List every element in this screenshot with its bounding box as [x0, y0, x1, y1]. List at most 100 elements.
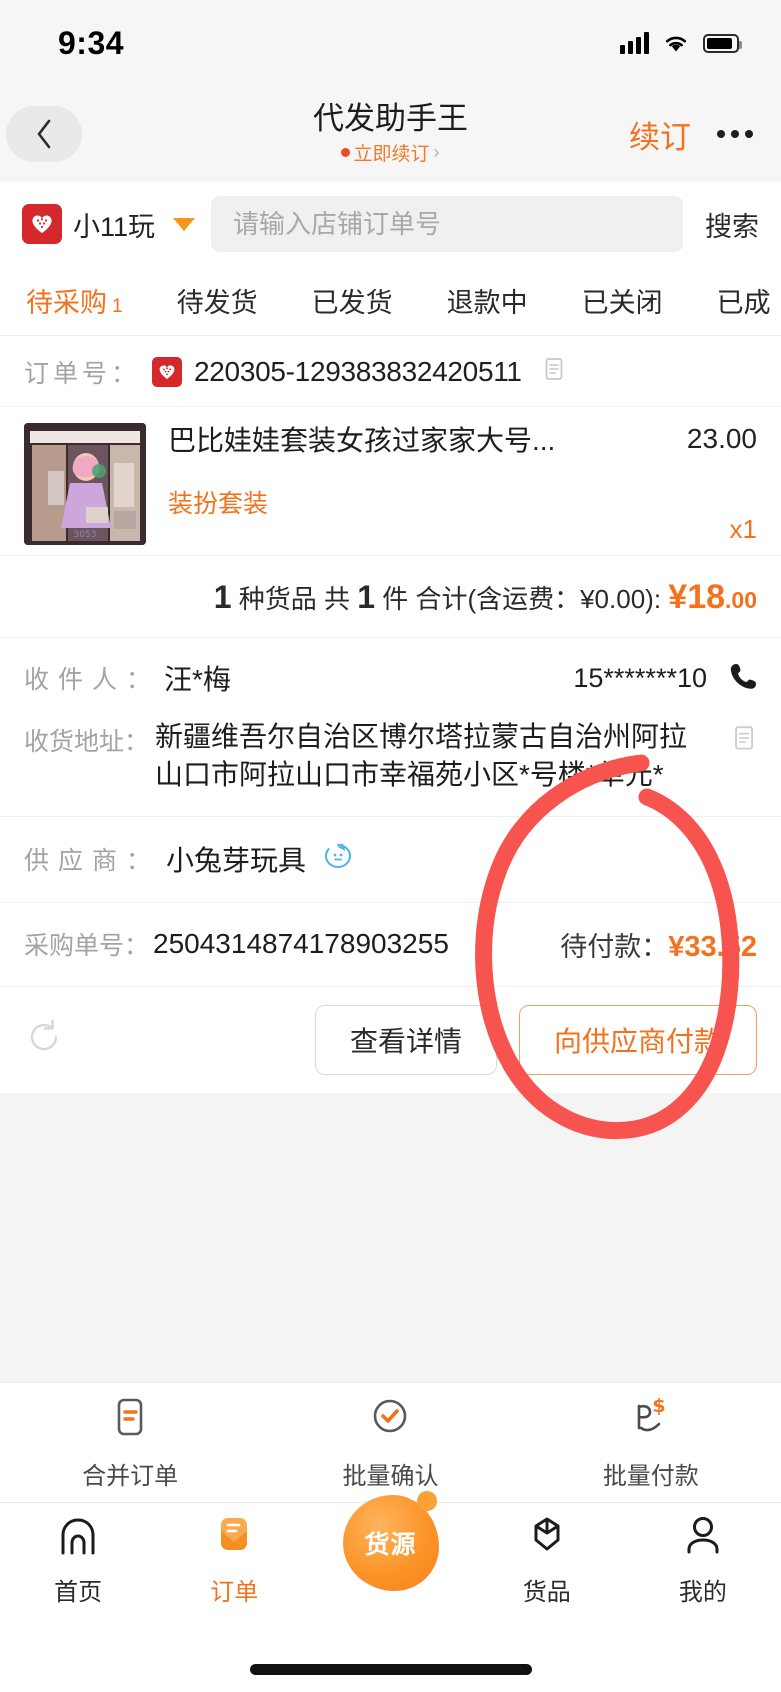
tab-label: 待采购: [26, 288, 107, 318]
tab-completed[interactable]: 已成: [690, 281, 781, 320]
home-indicator: [0, 1646, 781, 1692]
batch-confirm-button[interactable]: 批量确认: [260, 1394, 520, 1491]
totals-kinds-count: 1: [213, 579, 232, 615]
search-input-wrapper[interactable]: [211, 196, 683, 252]
tab-label: 退款中: [446, 288, 528, 318]
order-number-row[interactable]: 订单号： 220305-129383832420511: [0, 336, 781, 407]
product-row[interactable]: 3053 巴比娃娃套装女孩过家家大号... 装扮套装 23.00 x1: [0, 407, 781, 555]
refresh-icon[interactable]: [24, 1017, 64, 1062]
totals-items-count: 1: [357, 579, 375, 615]
wifi-icon: [662, 32, 690, 54]
order-actions-row: 查看详情 向供应商付款: [0, 985, 781, 1093]
order-envelope-icon: [208, 1513, 260, 1564]
phone-icon[interactable]: [729, 661, 757, 696]
tab-pending-ship[interactable]: 待发货: [150, 281, 285, 320]
renew-now-label: 立即续订: [353, 143, 430, 165]
order-status-tabs: 待采购 1 待发货 已发货 退款中 已关闭 已成: [0, 266, 781, 336]
receiver-name: 汪*梅: [164, 664, 231, 695]
alert-dot-icon: [341, 147, 351, 157]
shop-name: 小11玩: [73, 211, 156, 242]
search-bar: 小11玩 搜索: [0, 182, 781, 266]
tab-home-label: 首页: [54, 1579, 103, 1606]
pay-supplier-button[interactable]: 向供应商付款: [518, 1004, 757, 1075]
merge-order-button[interactable]: 合并订单: [0, 1394, 260, 1491]
order-card: 订单号： 220305-129383832420511 3053 巴比娃娃套装女…: [0, 336, 781, 1093]
more-dots-icon[interactable]: [717, 130, 757, 138]
totals-amount: ¥18.00: [668, 578, 757, 616]
tab-orders-label: 订单: [210, 1579, 259, 1606]
batch-pay-money-icon: $: [628, 1394, 674, 1445]
tab-profile-label: 我的: [678, 1579, 727, 1606]
order-totals: 1 种货品 共 1 件 合计(含运费：¥0.00): ¥18.00: [0, 555, 781, 637]
product-info: 巴比娃娃套装女孩过家家大号... 装扮套装: [168, 423, 665, 545]
totals-text-2: 件 合计(含运费：¥0.00):: [382, 584, 662, 614]
order-list: 订单号： 220305-129383832420511 3053 巴比娃娃套装女…: [0, 336, 781, 1382]
xiaohongshu-badge: [152, 357, 183, 387]
status-bar: 9:34: [0, 0, 781, 86]
order-number-value: 220305-129383832420511: [194, 356, 522, 387]
goods-box-icon: [521, 1513, 573, 1564]
tab-label: 已成: [716, 288, 771, 318]
tab-supply[interactable]: 货源: [312, 1491, 468, 1591]
receiver-phone: 15*******10: [573, 662, 707, 693]
product-title: 巴比娃娃套装女孩过家家大号...: [168, 425, 556, 456]
tab-orders[interactable]: 订单: [156, 1513, 312, 1607]
batch-confirm-label: 批量确认: [342, 1463, 439, 1490]
navigation-bar: 代发助手王 立即续订 › 续订: [0, 86, 781, 182]
caret-down-icon[interactable]: [173, 217, 196, 231]
back-button[interactable]: [6, 106, 82, 162]
receiver-contact: 15*******10: [573, 661, 757, 696]
batch-confirm-check-icon: [367, 1394, 413, 1445]
profile-person-icon: [677, 1513, 729, 1564]
receiver-label: 收件人：: [24, 666, 161, 694]
view-detail-button[interactable]: 查看详情: [314, 1004, 497, 1075]
app-screen: 9:34 代发助手王 立即续订 › 续订 小11玩 请输入店铺订单号 搜索 待采…: [0, 0, 781, 1692]
renew-button[interactable]: 续订: [629, 112, 691, 157]
tab-pending-purchase[interactable]: 待采购 1: [20, 281, 150, 320]
renew-now-link[interactable]: 立即续订 ›: [341, 139, 440, 166]
tab-profile[interactable]: 我的: [625, 1513, 781, 1607]
product-image: 3053: [24, 423, 146, 545]
product-spec: 装扮套装: [168, 490, 269, 518]
payment-status-amount: ¥33.52: [668, 930, 757, 963]
chat-smiley-icon[interactable]: [320, 839, 356, 880]
totals-text-1: 种货品 共: [238, 584, 350, 614]
xiaohongshu-badge: [22, 204, 62, 244]
shop-selector[interactable]: 小11玩: [22, 204, 155, 244]
supplier-name[interactable]: 小兔芽玩具: [166, 839, 306, 879]
tab-supply-label: 货源: [364, 1531, 417, 1559]
tab-label: 待发货: [176, 288, 258, 318]
supplier-label: 供应商：: [24, 847, 161, 876]
merge-order-icon: [107, 1394, 153, 1445]
tab-label: 已关闭: [581, 288, 663, 318]
supply-blob-icon: 货源: [342, 1491, 439, 1591]
search-button[interactable]: 搜索: [683, 205, 759, 244]
copy-icon[interactable]: [540, 356, 566, 389]
batch-pay-button[interactable]: $ 批量付款: [521, 1394, 781, 1491]
search-input[interactable]: [233, 208, 661, 240]
tab-refunding[interactable]: 退款中: [420, 281, 555, 320]
svg-text:3053: 3053: [74, 530, 97, 540]
tab-shipped[interactable]: 已发货: [285, 281, 420, 320]
tab-home[interactable]: 首页: [0, 1513, 156, 1607]
chevron-right-icon: ›: [433, 141, 440, 162]
address-label: 收货地址：: [24, 728, 150, 756]
tab-label: 已发货: [311, 288, 393, 318]
payment-status-label: 待付款：: [560, 931, 669, 962]
batch-pay-label: 批量付款: [602, 1463, 699, 1490]
merge-order-label: 合并订单: [82, 1463, 179, 1490]
copy-icon[interactable]: [729, 718, 757, 759]
tab-closed[interactable]: 已关闭: [555, 281, 690, 320]
home-icon: [52, 1513, 104, 1564]
purchase-order-number: 2504314874178903255: [153, 928, 449, 960]
nav-actions: 续订: [629, 112, 757, 157]
purchase-order-label: 采购单号：: [24, 932, 150, 961]
address-row: 收货地址： 新疆维吾尔自治区博尔塔拉蒙古自治州阿拉山口市阿拉山口市幸福苑小区*号…: [0, 714, 781, 816]
product-price-qty: 23.00 x1: [687, 423, 757, 545]
address-value: 新疆维吾尔自治区博尔塔拉蒙古自治州阿拉山口市阿拉山口市幸福苑小区*号楼*单元*: [155, 721, 688, 790]
page-title: 代发助手王: [313, 101, 468, 137]
supplier-row: 供应商： 小兔芽玩具: [0, 815, 781, 902]
order-number-label: 订单号：: [24, 360, 141, 388]
tab-goods[interactable]: 货品: [469, 1513, 625, 1607]
status-icons: [620, 32, 742, 54]
